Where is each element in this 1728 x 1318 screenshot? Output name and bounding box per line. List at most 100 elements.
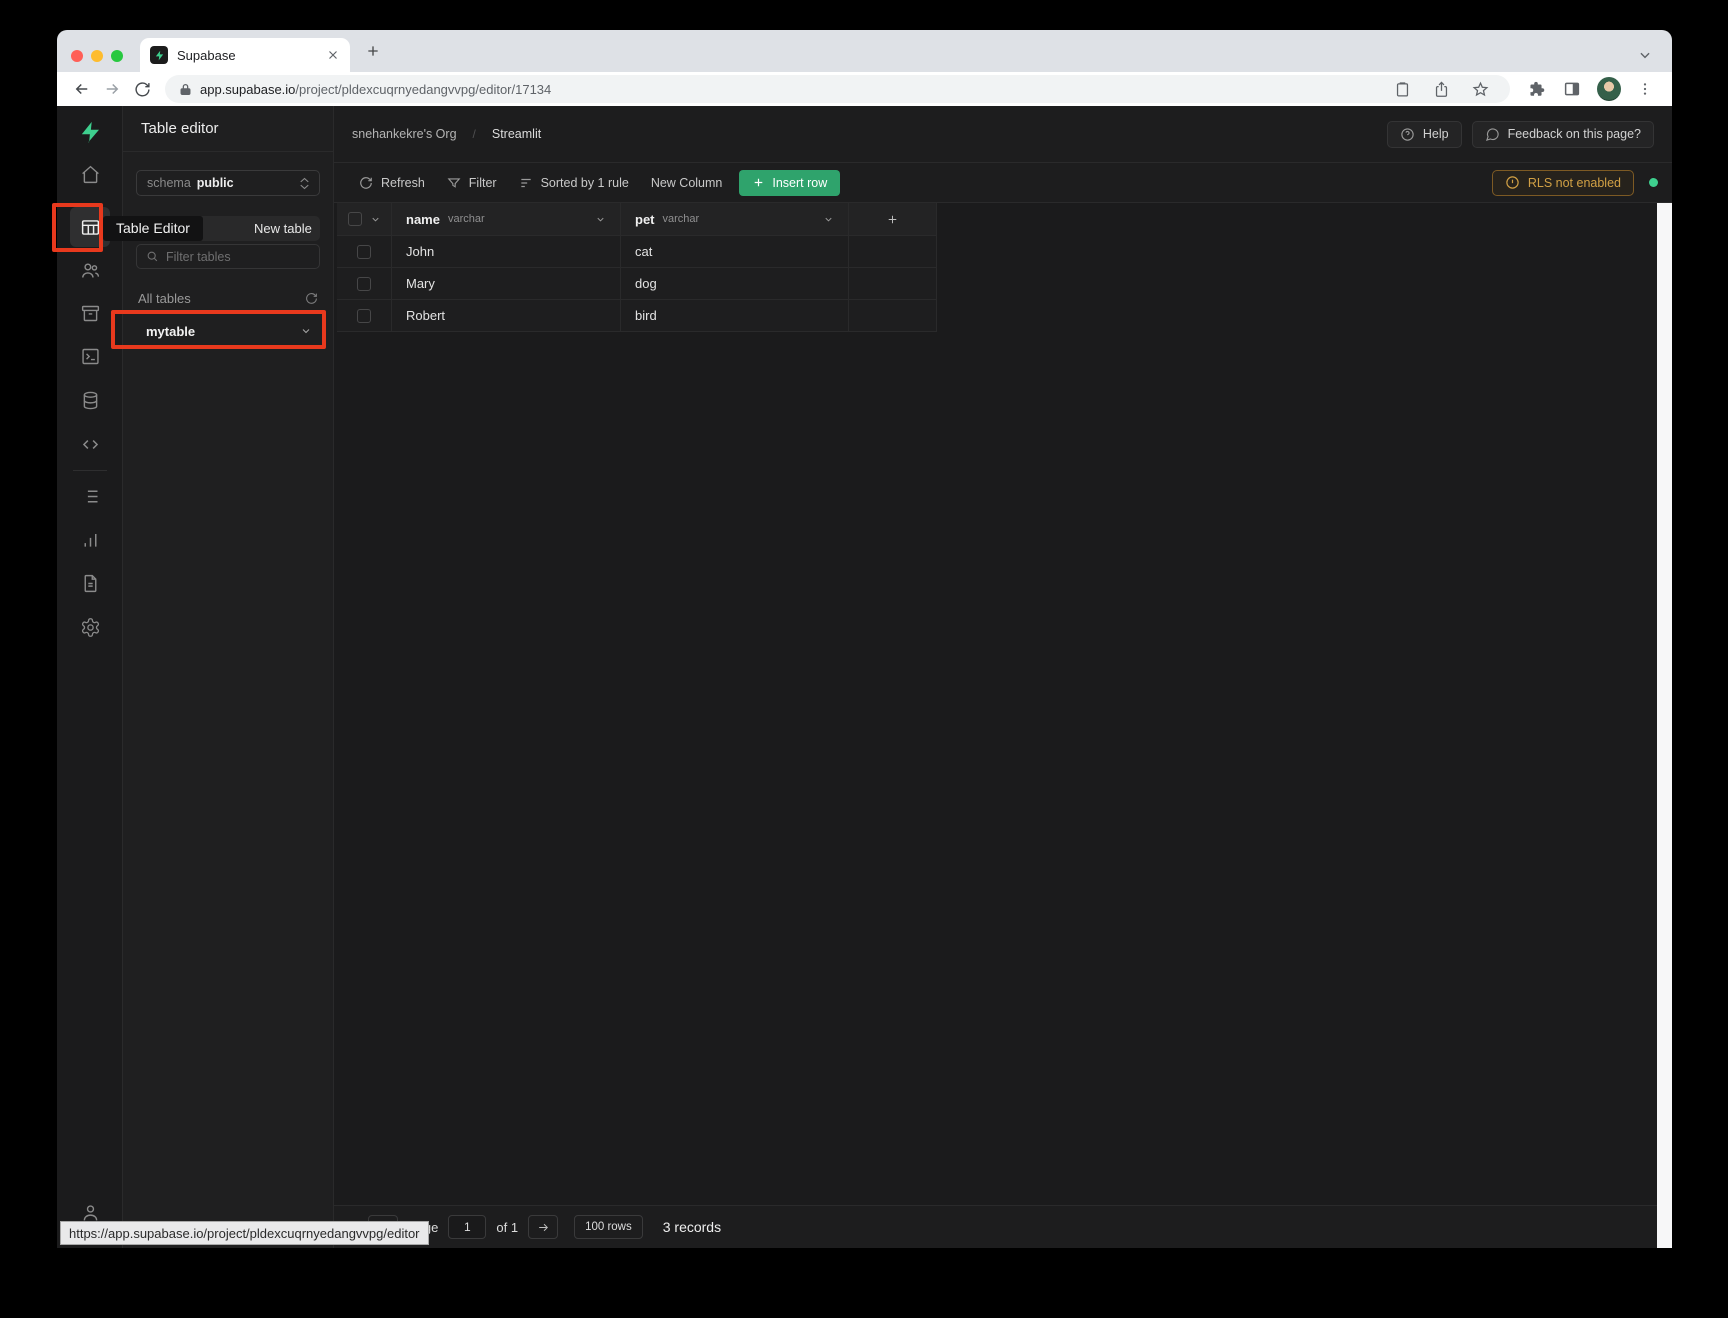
select-stepper-icon	[300, 177, 309, 190]
pagination-footer: Page of 1 100 rows 3 records	[334, 1205, 1672, 1248]
refresh-tables-icon[interactable]	[305, 292, 318, 305]
tab-overview-chevron-icon[interactable]	[1638, 48, 1652, 62]
breadcrumb-project[interactable]: Streamlit	[492, 127, 541, 141]
rls-warning-badge[interactable]: RLS not enabled	[1492, 170, 1634, 196]
empty-cell	[849, 236, 937, 267]
filter-button[interactable]: Filter	[436, 170, 508, 196]
close-window-button[interactable]	[71, 50, 83, 62]
browser-window: Supabase app.supabase.io/project/pldexcu…	[57, 30, 1672, 1248]
extensions-puzzle-icon[interactable]	[1518, 80, 1554, 98]
browser-menu-kebab-icon[interactable]	[1628, 81, 1662, 97]
record-count: 3 records	[663, 1219, 721, 1235]
table-editor-panel: Table editor schema public New table	[123, 106, 334, 1248]
tab-strip: Supabase	[57, 30, 1672, 72]
data-table: name varchar pet varchar	[337, 203, 937, 332]
sort-list-icon	[519, 176, 533, 190]
column-menu-chevron-icon[interactable]	[595, 214, 606, 225]
select-all-cell	[337, 203, 392, 235]
sidebar-item-docs[interactable]	[70, 563, 110, 603]
table-row[interactable]: Robert bird	[337, 300, 937, 332]
save-address-icon[interactable]	[1387, 81, 1418, 98]
sidebar-item-sql-editor[interactable]	[70, 336, 110, 376]
sidebar-item-settings[interactable]	[70, 607, 110, 647]
browser-tab[interactable]: Supabase	[140, 38, 350, 72]
next-page-button[interactable]	[528, 1215, 558, 1239]
new-column-button[interactable]: New Column	[640, 170, 734, 196]
table-header-row: name varchar pet varchar	[337, 203, 937, 236]
supabase-favicon	[150, 46, 168, 64]
sidebar-item-reports[interactable]	[70, 520, 110, 560]
cell-name[interactable]: John	[392, 236, 621, 267]
table-row[interactable]: John cat	[337, 236, 937, 268]
sidebar-item-authentication[interactable]	[70, 250, 110, 290]
bookmark-star-icon[interactable]	[1465, 81, 1496, 98]
cell-pet[interactable]: cat	[621, 236, 849, 267]
rail-divider	[73, 470, 107, 471]
grid-area: name varchar pet varchar	[334, 203, 1672, 1205]
page-count-label: of 1	[496, 1220, 518, 1235]
cell-name[interactable]: Mary	[392, 268, 621, 299]
schema-select[interactable]: schema public	[136, 170, 320, 196]
select-all-checkbox[interactable]	[348, 212, 362, 226]
breadcrumb-separator: /	[473, 127, 476, 141]
row-checkbox[interactable]	[357, 245, 371, 259]
sidebar-item-api[interactable]	[70, 424, 110, 464]
connection-status-dot	[1649, 178, 1658, 187]
sort-button[interactable]: Sorted by 1 rule	[508, 170, 640, 196]
column-menu-chevron-icon[interactable]	[823, 214, 834, 225]
grid-toolbar: Refresh Filter Sorted by 1 rule New Colu…	[334, 163, 1672, 203]
column-header-name[interactable]: name varchar	[392, 203, 621, 235]
maximize-window-button[interactable]	[111, 50, 123, 62]
search-icon	[146, 250, 159, 263]
all-tables-label: All tables	[138, 291, 191, 306]
address-bar[interactable]: app.supabase.io/project/pldexcuqrnyedang…	[165, 75, 1510, 103]
page-number-input[interactable]	[448, 1215, 486, 1239]
table-row[interactable]: Mary dog	[337, 268, 937, 300]
cell-pet[interactable]: bird	[621, 300, 849, 331]
cell-name[interactable]: Robert	[392, 300, 621, 331]
chevron-down-icon[interactable]	[370, 214, 381, 225]
schema-label: schema	[147, 176, 191, 190]
supabase-app: Table editor schema public New table	[57, 106, 1672, 1248]
cell-pet[interactable]: dog	[621, 268, 849, 299]
link-status-tooltip: https://app.supabase.io/project/pldexcuq…	[60, 1221, 429, 1245]
page-url: app.supabase.io/project/pldexcuqrnyedang…	[200, 82, 551, 97]
insert-row-button[interactable]: Insert row	[739, 170, 840, 196]
table-name: mytable	[146, 324, 195, 339]
help-button[interactable]: Help	[1387, 121, 1462, 148]
forward-button[interactable]	[97, 75, 127, 103]
row-checkbox[interactable]	[357, 309, 371, 323]
tab-close-icon[interactable]	[326, 48, 340, 62]
page-size-selector[interactable]: 100 rows	[574, 1215, 643, 1239]
all-tables-header: All tables	[136, 291, 320, 306]
schema-value: public	[197, 176, 234, 190]
sidebar-item-logs[interactable]	[70, 476, 110, 516]
chevron-down-icon[interactable]	[300, 325, 312, 337]
page-scrollbar[interactable]	[1657, 203, 1672, 1248]
new-tab-button[interactable]	[365, 43, 381, 59]
sidebar-item-home[interactable]	[70, 154, 110, 194]
sidebar-table-mytable[interactable]: mytable	[136, 315, 320, 347]
share-icon[interactable]	[1426, 81, 1457, 98]
sidebar-item-database[interactable]	[70, 380, 110, 420]
column-header-pet[interactable]: pet varchar	[621, 203, 849, 235]
filter-tables-box	[136, 244, 320, 269]
supabase-logo[interactable]	[70, 112, 110, 152]
browser-toolbar: app.supabase.io/project/pldexcuqrnyedang…	[57, 72, 1672, 106]
filter-tables-input[interactable]	[166, 250, 310, 264]
empty-cell	[849, 268, 937, 299]
feedback-button[interactable]: Feedback on this page?	[1472, 121, 1654, 148]
back-button[interactable]	[67, 75, 97, 103]
reload-button[interactable]	[127, 75, 157, 103]
help-circle-icon	[1400, 127, 1415, 142]
profile-avatar[interactable]	[1597, 77, 1621, 101]
minimize-window-button[interactable]	[91, 50, 103, 62]
side-panel-icon[interactable]	[1554, 80, 1590, 98]
window-controls	[71, 50, 123, 62]
breadcrumb-org[interactable]: snehankekre's Org	[352, 127, 457, 141]
row-checkbox[interactable]	[357, 277, 371, 291]
alert-circle-icon	[1505, 175, 1520, 190]
sidebar-item-storage[interactable]	[70, 293, 110, 333]
add-column-header[interactable]	[849, 203, 937, 235]
refresh-button[interactable]: Refresh	[348, 170, 436, 196]
